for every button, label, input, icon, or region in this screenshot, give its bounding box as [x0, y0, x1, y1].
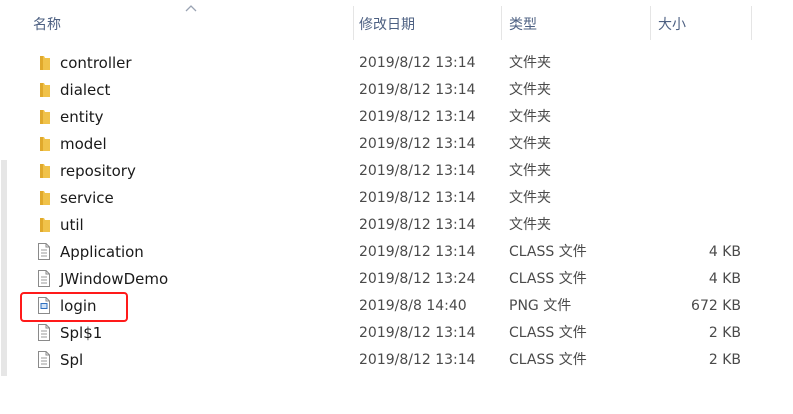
file-size	[649, 157, 741, 184]
column-header-size[interactable]: 大小	[658, 0, 686, 46]
file-size	[649, 211, 741, 238]
folder-icon	[36, 81, 52, 98]
column-header-name[interactable]: 名称	[33, 0, 61, 46]
file-type: PNG 文件	[509, 298, 572, 314]
file-name[interactable]: entity	[60, 103, 104, 130]
file-row[interactable]: Spl$1 2019/8/12 13:14 CLASS 文件 2 KB	[9, 319, 793, 346]
file-type: CLASS 文件	[509, 352, 587, 368]
file-row[interactable]: Application 2019/8/12 13:14 CLASS 文件 4 K…	[9, 238, 793, 265]
folder-icon	[36, 54, 52, 71]
file-modified-date: 2019/8/12 13:14	[359, 352, 476, 368]
column-divider[interactable]	[650, 6, 651, 40]
file-modified-date: 2019/8/12 13:14	[359, 217, 476, 233]
folder-icon	[36, 108, 52, 125]
file-modified-date: 2019/8/12 13:14	[359, 244, 476, 260]
file-row[interactable]: util 2019/8/12 13:14 文件夹	[9, 211, 793, 238]
file-icon	[36, 243, 52, 260]
file-modified-date: 2019/8/12 13:14	[359, 55, 476, 71]
file-modified-date: 2019/8/12 13:14	[359, 190, 476, 206]
file-name[interactable]: JWindowDemo	[60, 265, 168, 292]
file-size	[649, 76, 741, 103]
column-divider[interactable]	[353, 6, 354, 40]
file-name[interactable]: model	[60, 130, 107, 157]
file-modified-date: 2019/8/12 13:14	[359, 325, 476, 341]
file-type: 文件夹	[509, 190, 551, 206]
file-modified-date: 2019/8/8 14:40	[359, 298, 467, 314]
file-name[interactable]: util	[60, 211, 84, 238]
file-size	[649, 49, 741, 76]
file-name[interactable]: Spl$1	[60, 319, 102, 346]
file-icon	[36, 351, 52, 368]
file-modified-date: 2019/8/12 13:24	[359, 271, 476, 287]
file-name[interactable]: service	[60, 184, 114, 211]
file-size	[649, 103, 741, 130]
file-row[interactable]: JWindowDemo 2019/8/12 13:24 CLASS 文件 4 K…	[9, 265, 793, 292]
file-modified-date: 2019/8/12 13:14	[359, 136, 476, 152]
file-row[interactable]: dialect 2019/8/12 13:14 文件夹	[9, 76, 793, 103]
file-size: 4 KB	[708, 271, 741, 287]
file-icon	[36, 324, 52, 341]
file-type: CLASS 文件	[509, 325, 587, 341]
file-size: 2 KB	[708, 352, 741, 368]
folder-icon	[36, 216, 52, 233]
file-modified-date: 2019/8/12 13:14	[359, 163, 476, 179]
file-row[interactable]: entity 2019/8/12 13:14 文件夹	[9, 103, 793, 130]
file-type: CLASS 文件	[509, 244, 587, 260]
file-icon	[36, 270, 52, 287]
column-divider[interactable]	[751, 6, 752, 40]
file-type: CLASS 文件	[509, 271, 587, 287]
file-type: 文件夹	[509, 217, 551, 233]
folder-icon	[36, 135, 52, 152]
file-type: 文件夹	[509, 136, 551, 152]
sort-ascending-icon	[185, 5, 197, 12]
file-type: 文件夹	[509, 82, 551, 98]
file-modified-date: 2019/8/12 13:14	[359, 82, 476, 98]
folder-icon	[36, 162, 52, 179]
vertical-scrollbar[interactable]	[0, 0, 9, 414]
column-header-date[interactable]: 修改日期	[359, 0, 415, 46]
column-header: 名称 修改日期 类型 大小	[9, 0, 793, 46]
annotation-highlight-box	[20, 292, 128, 322]
file-row[interactable]: model 2019/8/12 13:14 文件夹	[9, 130, 793, 157]
column-divider[interactable]	[501, 6, 502, 40]
file-size	[649, 184, 741, 211]
file-name[interactable]: controller	[60, 49, 132, 76]
file-row[interactable]: Spl 2019/8/12 13:14 CLASS 文件 2 KB	[9, 346, 793, 373]
file-size	[649, 130, 741, 157]
file-name[interactable]: Spl	[60, 346, 83, 373]
file-name[interactable]: dialect	[60, 76, 110, 103]
file-row[interactable]: repository 2019/8/12 13:14 文件夹	[9, 157, 793, 184]
folder-icon	[36, 189, 52, 206]
file-size: 672 KB	[691, 298, 741, 314]
file-row[interactable]: service 2019/8/12 13:14 文件夹	[9, 184, 793, 211]
file-size: 2 KB	[708, 325, 741, 341]
file-type: 文件夹	[509, 109, 551, 125]
file-type: 文件夹	[509, 163, 551, 179]
file-modified-date: 2019/8/12 13:14	[359, 109, 476, 125]
file-type: 文件夹	[509, 55, 551, 71]
file-row[interactable]: controller 2019/8/12 13:14 文件夹	[9, 49, 793, 76]
scrollbar-thumb[interactable]	[1, 160, 7, 376]
file-name[interactable]: Application	[60, 238, 144, 265]
column-header-type[interactable]: 类型	[509, 0, 537, 46]
file-size: 4 KB	[708, 244, 741, 260]
file-name[interactable]: repository	[60, 157, 136, 184]
file-list: controller 2019/8/12 13:14 文件夹 dialect 2…	[9, 49, 793, 373]
